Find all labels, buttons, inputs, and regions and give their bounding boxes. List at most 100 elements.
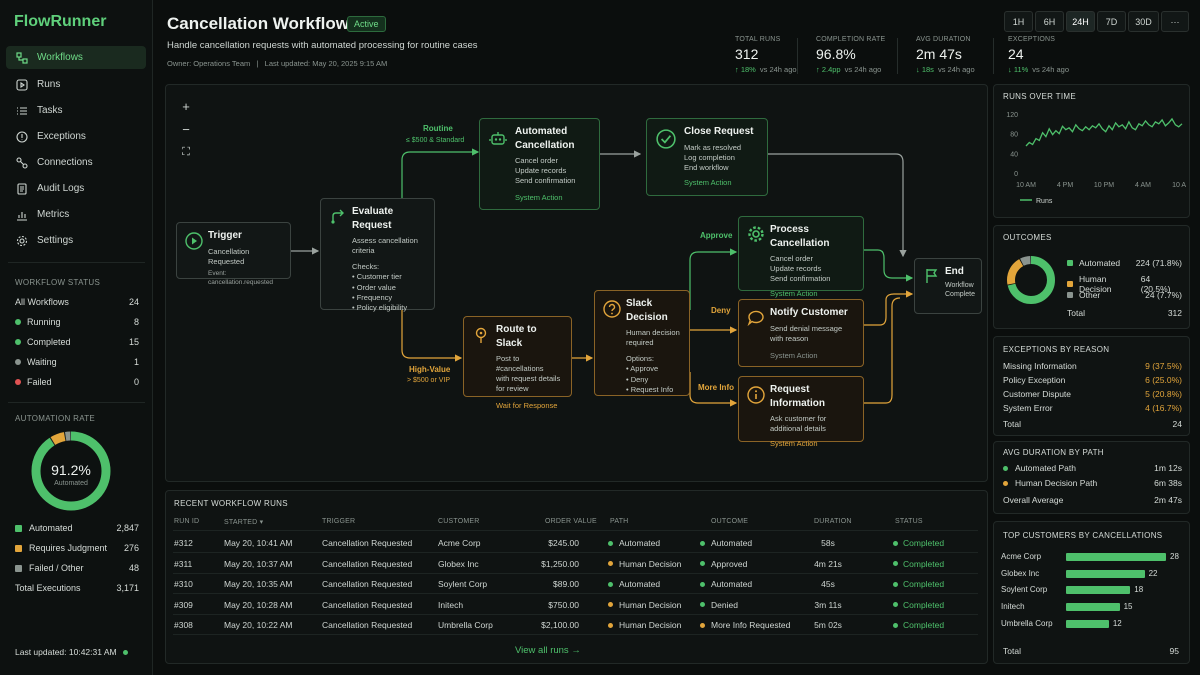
node-text: with request details <box>496 374 561 384</box>
customer-count: 28 <box>1170 552 1179 561</box>
cell-customer: Acme Corp <box>438 538 481 548</box>
node-trigger[interactable]: Trigger Cancellation Requested Event: ca… <box>176 222 291 286</box>
node-footer: System Action <box>770 439 818 449</box>
path-label: Human Decision <box>619 620 682 630</box>
cell-customer: Initech <box>438 599 464 610</box>
run-id-link[interactable]: #311 <box>174 559 192 569</box>
node-title: Automated <box>515 126 568 137</box>
run-id-link[interactable]: #308 <box>174 620 193 630</box>
node-request-information[interactable]: Request Information Ask customer for add… <box>738 376 864 448</box>
customer-count: 12 <box>1112 618 1122 628</box>
durations-title: AVG DURATION BY PATH <box>1003 448 1104 457</box>
column-header[interactable]: PATH <box>610 518 628 525</box>
node-automated-cancellation[interactable]: Automated Cancellation Cancel order Upda… <box>479 118 600 210</box>
path-dot <box>608 581 613 587</box>
node-text: Cancel order <box>770 254 813 263</box>
edge-label-routine: Routine <box>423 124 453 133</box>
exception-label: System Error <box>1003 403 1053 413</box>
cell-status: Completed <box>893 538 944 548</box>
path-dot <box>1003 465 1008 471</box>
y-tick-label: 120 <box>1006 112 1018 119</box>
x-tick-label: 4 AM <box>1135 182 1151 189</box>
path-label: Human Decision <box>619 558 682 569</box>
run-id-link[interactable]: #309 <box>174 600 193 610</box>
outcome-row: Automated 224 (71.8%) <box>1067 258 1182 268</box>
cell-duration: 58s <box>821 538 835 548</box>
node-text: Options: <box>626 354 654 364</box>
path-label: Automated <box>619 538 661 548</box>
y-tick-label: 0 <box>1014 171 1018 178</box>
row-divider <box>173 572 978 574</box>
node-footer: System Action <box>684 177 732 187</box>
cell-status: Completed <box>893 559 944 569</box>
cell-status: Completed <box>893 579 944 589</box>
node-close-request[interactable]: Close Request Mark as resolved Log compl… <box>646 118 768 196</box>
node-process-cancellation[interactable]: Process Cancellation Cancel order Update… <box>738 216 864 298</box>
cell-path: Automated <box>608 579 660 589</box>
node-text: End workflow <box>684 162 729 172</box>
check-circle-icon <box>656 129 676 149</box>
status-label: Completed <box>903 579 945 589</box>
recent-runs-title: RECENT WORKFLOW RUNS <box>174 499 288 508</box>
cell-trigger: Cancellation Requested <box>322 620 413 630</box>
cell-outcome: More Info Requested <box>700 620 790 630</box>
column-header[interactable]: STARTED ▾ <box>224 518 263 526</box>
status-dot <box>893 540 898 546</box>
top-customers-total: Total 95 <box>1003 646 1179 656</box>
column-header[interactable]: STATUS <box>895 518 923 525</box>
edge-label-approve: Approve <box>700 231 733 240</box>
customer-bar <box>1066 619 1109 628</box>
outcome-label: Other <box>1079 290 1101 300</box>
run-id-link[interactable]: #310 <box>174 579 193 589</box>
node-text: for review <box>496 384 529 394</box>
node-slack-decision[interactable]: Slack Decision Human decision required O… <box>594 290 690 396</box>
runs-over-time-chart: 120 80 40 0 10 AM 4 PM 10 PM 4 AM 10 AM Runs <box>1006 112 1186 205</box>
exception-row: Missing Information 9 (37.5%) <box>1003 361 1182 371</box>
node-end[interactable]: End Workflow Complete <box>914 258 982 314</box>
play-circle-icon <box>185 232 203 250</box>
exceptions-total-label: Total <box>1003 419 1021 429</box>
node-title: Trigger <box>208 230 242 241</box>
branch-icon <box>331 209 344 224</box>
node-text: • Request Info <box>626 384 674 394</box>
exception-value: 9 (37.5%) <box>1145 361 1182 371</box>
question-icon <box>603 300 621 318</box>
exception-label: Customer Dispute <box>1003 389 1072 399</box>
outcomes-donut <box>1007 256 1055 304</box>
cell-path: Human Decision <box>608 620 681 630</box>
overall-average-label: Overall Average <box>1003 495 1064 505</box>
node-title: Notify Customer <box>770 307 848 318</box>
outcome-value: 24 (7.7%) <box>1145 290 1182 300</box>
run-id-link[interactable]: #312 <box>174 538 193 548</box>
node-evaluate-request[interactable]: Evaluate Request Assess cancellation cri… <box>320 198 435 312</box>
outcome-label: Automated <box>711 538 753 548</box>
customer-label: Umbrella Corp <box>1001 618 1053 628</box>
cell-path: Human Decision <box>608 559 681 569</box>
view-all-runs-link[interactable]: View all runs → <box>515 645 581 656</box>
column-header[interactable]: TRIGGER <box>322 518 355 525</box>
node-text: Cancel order <box>515 156 558 165</box>
column-header[interactable]: ORDER VALUE <box>545 518 597 525</box>
column-header[interactable]: CUSTOMER <box>438 518 480 525</box>
exception-value: 4 (16.7%) <box>1145 403 1182 413</box>
node-title: End <box>945 266 964 277</box>
overall-average-value: 2m 47s <box>1154 495 1182 505</box>
node-text: Post to #cancellations <box>496 354 544 374</box>
node-title: Cancellation <box>515 139 575 151</box>
outcome-label: Automated <box>711 579 753 589</box>
cell-customer: Soylent Corp <box>438 579 488 589</box>
node-route-to-slack[interactable]: Route to Slack Post to #cancellations wi… <box>463 316 572 410</box>
edge-sub-high-value: > $500 or VIP <box>407 377 451 384</box>
column-header[interactable]: OUTCOME <box>711 518 748 525</box>
customer-label: Acme Corp <box>1001 552 1042 561</box>
node-text: criteria <box>352 246 375 256</box>
node-text: • Approve <box>626 364 659 374</box>
node-notify-customer[interactable]: Notify Customer Send denial message with… <box>738 299 864 367</box>
column-header[interactable]: RUN ID <box>174 518 199 525</box>
node-text: Checks: <box>352 262 380 272</box>
cell-duration: 5m 02s <box>814 620 842 630</box>
customer-bar <box>1066 586 1131 595</box>
duration-row: Human Decision Path 6m 38s <box>1003 478 1182 488</box>
node-footer: System Action <box>770 289 818 299</box>
column-header[interactable]: DURATION <box>814 518 852 525</box>
